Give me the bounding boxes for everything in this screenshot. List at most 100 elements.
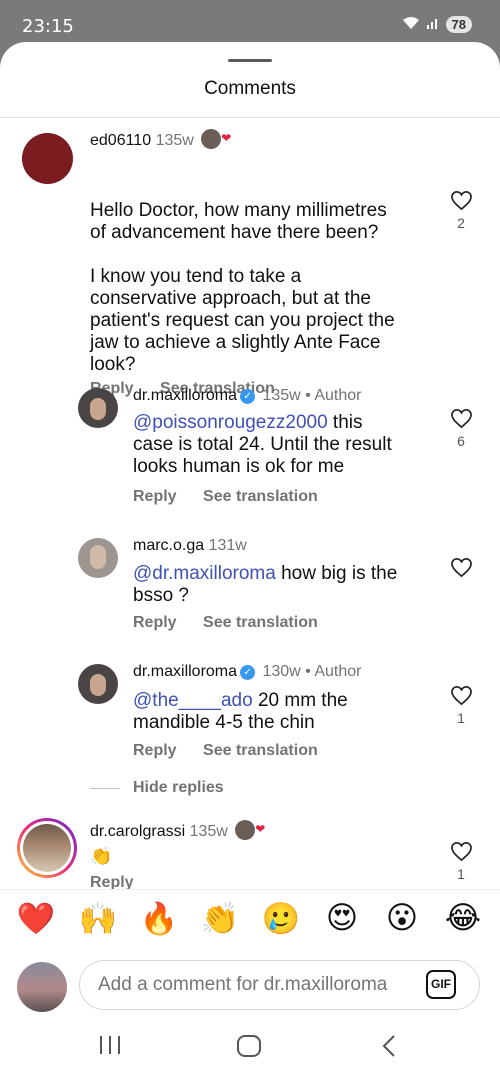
home-icon[interactable] xyxy=(236,1034,262,1063)
comment-age: 135w xyxy=(262,387,301,404)
author-liked-avatar-icon: ❤ xyxy=(201,129,231,149)
drag-handle[interactable] xyxy=(228,59,272,62)
comment-header: dr.maxilloroma ✓ 130w • Author xyxy=(133,663,362,681)
back-icon[interactable] xyxy=(380,1034,398,1063)
reply-button[interactable]: Reply xyxy=(133,614,177,631)
text-span: how big is the xyxy=(275,563,398,584)
comment-text: 👏 xyxy=(90,846,113,866)
comment-age: 135w xyxy=(155,132,194,149)
reply-button[interactable]: Reply xyxy=(133,742,177,759)
heart-outline-icon xyxy=(450,558,472,578)
comment-actions: Reply See translation xyxy=(133,742,340,760)
comment-header: marc.o.ga 131w xyxy=(133,537,247,555)
text-span: this xyxy=(327,412,363,433)
avatar[interactable] xyxy=(78,538,118,578)
heart-outline-icon xyxy=(450,191,472,211)
comment-input[interactable] xyxy=(79,960,480,1010)
emoji-heart-eyes-button[interactable]: 😍 xyxy=(322,900,362,936)
username[interactable]: dr.maxilloroma xyxy=(133,663,237,680)
like-count: 2 xyxy=(457,215,465,231)
system-nav-bar xyxy=(0,1020,500,1084)
heart-icon: ❤ xyxy=(221,131,232,145)
status-bar: 23:15 78 xyxy=(0,0,500,48)
separator: • xyxy=(305,387,311,404)
sheet-title: Comments xyxy=(204,78,296,99)
emoji-raising-hands-button[interactable]: 🙌 xyxy=(78,900,118,937)
avatar[interactable] xyxy=(78,664,118,704)
mention-link[interactable]: @the____ado xyxy=(133,690,253,711)
text-line: case is total 24. Until the result xyxy=(133,434,392,455)
emoji-heart-button[interactable]: ❤️ xyxy=(16,900,56,937)
emoji-fire-button[interactable]: 🔥 xyxy=(139,900,179,937)
text-line xyxy=(90,244,395,266)
text-line: conservative approach, but at the xyxy=(90,288,371,309)
emoji-surprised-button[interactable]: 😮 xyxy=(382,900,422,936)
comment-text: @dr.maxilloroma how big is the bsso ? xyxy=(133,563,397,607)
username[interactable]: dr.carolgrassi xyxy=(90,823,185,840)
text-line: mandible 4-5 the chin xyxy=(133,712,315,733)
text-line: I know you tend to take a xyxy=(90,266,302,287)
comment-text: Hello Doctor, how many millimetres of ad… xyxy=(90,200,395,376)
comment-header: ed06110 135w ❤ xyxy=(90,129,231,150)
comment-header: dr.carolgrassi 135w ❤ xyxy=(90,820,265,841)
emoji-quick-bar: ❤️ 🙌 🔥 👏 🥲 😍 😮 😂 xyxy=(0,889,500,951)
text-span: 20 mm the xyxy=(252,690,348,711)
see-translation-button[interactable]: See translation xyxy=(203,614,318,631)
text-line: patient's request can you project the xyxy=(90,310,395,331)
heart-outline-icon xyxy=(450,842,472,862)
current-user-avatar xyxy=(17,962,67,1012)
heart-outline-icon xyxy=(450,686,472,706)
avatar[interactable] xyxy=(78,388,118,428)
comment-text: @the____ado 20 mm the mandible 4-5 the c… xyxy=(133,690,348,734)
gif-button[interactable]: GIF xyxy=(426,970,456,999)
like-button[interactable]: 6 xyxy=(448,408,474,449)
mention-link[interactable]: @dr.maxilloroma xyxy=(133,563,276,584)
title-divider xyxy=(0,117,500,118)
like-button[interactable]: 1 xyxy=(448,685,474,726)
story-ring-avatar[interactable] xyxy=(17,818,77,878)
comment-actions: Reply See translation xyxy=(133,614,340,632)
emoji-clap-button[interactable]: 👏 xyxy=(200,900,240,937)
hide-replies-line xyxy=(90,788,120,789)
comment-input-row: GIF xyxy=(0,952,500,1022)
mention-link[interactable]: @poissonrougezz2000 xyxy=(133,412,328,433)
username[interactable]: dr.maxilloroma xyxy=(133,387,237,404)
reply-button[interactable]: Reply xyxy=(133,488,177,505)
author-label: Author xyxy=(314,387,362,404)
like-count: 1 xyxy=(457,710,465,726)
like-button[interactable]: 2 xyxy=(448,190,474,231)
username[interactable]: ed06110 xyxy=(90,132,151,149)
text-line: Hello Doctor, how many millimetres xyxy=(90,200,387,221)
comment-header: dr.maxilloroma ✓ 135w • Author xyxy=(133,387,362,405)
like-button[interactable]: 1 xyxy=(448,841,474,882)
emoji-teary-smile-button[interactable]: 🥲 xyxy=(261,900,301,937)
emoji-laughing-button[interactable]: 😂 xyxy=(443,900,483,936)
avatar[interactable] xyxy=(22,133,73,184)
text-line: looks human is ok for me xyxy=(133,456,345,477)
see-translation-button[interactable]: See translation xyxy=(203,488,318,505)
verified-badge-icon: ✓ xyxy=(240,665,256,680)
text-line: look? xyxy=(90,354,136,375)
text-line: @dr.maxilloroma how big is the xyxy=(133,563,397,585)
see-translation-button[interactable]: See translation xyxy=(203,742,318,759)
comment-age: 135w xyxy=(189,823,228,840)
signal-icon xyxy=(426,16,440,33)
comment-age: 130w xyxy=(262,663,301,680)
text-line: @poissonrougezz2000 this xyxy=(133,412,392,434)
status-icons: 78 xyxy=(402,16,472,33)
like-button[interactable] xyxy=(448,557,474,582)
hide-replies-button[interactable]: Hide replies xyxy=(133,779,224,797)
status-time: 23:15 xyxy=(22,16,74,37)
heart-outline-icon xyxy=(450,409,472,429)
text-line: of advancement have there been? xyxy=(90,222,379,243)
verified-badge-icon: ✓ xyxy=(240,389,256,404)
text-line: @the____ado 20 mm the xyxy=(133,690,348,712)
battery-level: 78 xyxy=(445,16,472,33)
author-liked-avatar-icon: ❤ xyxy=(235,820,265,840)
recent-apps-icon[interactable] xyxy=(98,1034,122,1061)
comments-sheet: Comments ed06110 135w ❤ Hello Doctor, ho… xyxy=(0,42,500,1084)
like-count: 1 xyxy=(457,866,465,882)
username[interactable]: marc.o.ga xyxy=(133,537,204,554)
like-count: 6 xyxy=(457,433,465,449)
comment-age: 131w xyxy=(208,537,247,554)
